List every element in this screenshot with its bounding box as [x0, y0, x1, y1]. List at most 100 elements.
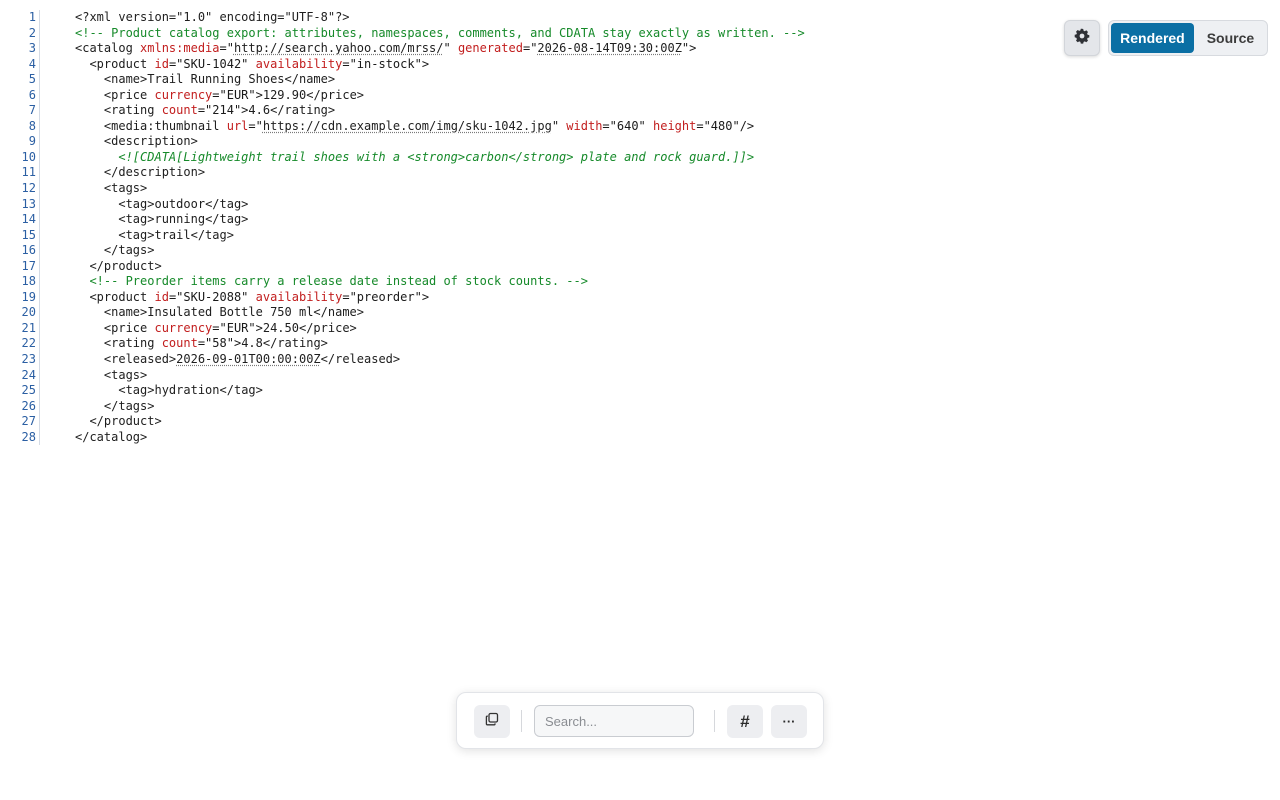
code-token: ="640" — [602, 118, 653, 133]
code-line: 12 <tags> — [0, 181, 1040, 197]
code-token: </rating> — [262, 336, 328, 351]
code-link[interactable]: http://search.yahoo.com/mrss/ — [234, 41, 444, 55]
code-text: </tags> — [75, 398, 155, 415]
view-mode-toggle: Rendered Source — [1108, 20, 1268, 56]
code-token: </tags> — [75, 398, 155, 413]
rendered-tab[interactable]: Rendered — [1111, 23, 1194, 53]
code-text: <media:thumbnail url="https://cdn.exampl… — [75, 119, 754, 135]
code-text: <product id="SKU-1042" availability="in-… — [75, 57, 429, 73]
code-token: Trail Running Shoes — [147, 72, 285, 87]
code-token: trail — [154, 227, 191, 242]
gutter-divider — [36, 227, 75, 244]
copy-button[interactable] — [474, 705, 510, 738]
code-line: 22 <rating count="58">4.8</rating> — [0, 336, 1040, 352]
more-options-button[interactable]: ··· — [771, 705, 807, 738]
code-line: 3 <catalog xmlns:media="http://search.yah… — [0, 41, 1040, 57]
code-text: </tags> — [75, 243, 155, 259]
code-token: ="58"> — [197, 336, 242, 351]
gutter-divider — [36, 56, 75, 73]
code-token: =" — [219, 41, 234, 56]
code-text: <catalog xmlns:media="http://search.yaho… — [75, 41, 696, 57]
code-text: <rating count="214">4.6</rating> — [75, 103, 335, 119]
code-token: availability — [255, 289, 343, 304]
gutter-divider — [36, 181, 75, 197]
code-token: <price — [75, 87, 155, 102]
line-number: 3 — [28, 41, 36, 56]
code-token: </released> — [320, 352, 401, 367]
code-token: <description> — [75, 134, 198, 149]
code-text: <description> — [75, 134, 198, 150]
code-line: 26 </tags> — [0, 398, 1040, 415]
gutter-divider — [36, 258, 75, 275]
code-token: </name> — [313, 305, 364, 320]
gutter-divider — [36, 72, 75, 88]
gutter-divider — [36, 165, 75, 181]
line-number: 4 — [28, 56, 36, 71]
line-number: 19 — [21, 289, 36, 304]
code-token: <name> — [75, 305, 148, 320]
code-token: "> — [681, 41, 697, 56]
code-token: =" — [522, 41, 538, 56]
line-number: 11 — [21, 165, 36, 180]
code-text: <rating count="58">4.8</rating> — [75, 336, 328, 352]
code-token: Insulated Bottle 750 ml — [147, 305, 314, 320]
code-token: <tag> — [75, 227, 155, 242]
code-token: currency — [154, 87, 213, 102]
gutter-divider — [36, 398, 75, 415]
code-token: <![CDATA[Lightweight trail shoes with a … — [75, 149, 755, 164]
code-token: =" — [248, 118, 263, 133]
line-number: 8 — [28, 118, 36, 133]
code-token: 24.50 — [262, 320, 299, 335]
code-text: <tag>outdoor</tag> — [75, 197, 248, 213]
code-token: outdoor — [154, 196, 206, 211]
line-number: 1 — [28, 10, 36, 24]
code-text: <?xml version="1.0" encoding="UTF-8"?> — [75, 10, 350, 26]
line-number: 16 — [21, 243, 36, 258]
gutter-divider — [36, 10, 75, 26]
code-text: <!-- Preorder items carry a release date… — [75, 274, 588, 290]
code-line: 13 <tag>outdoor</tag> — [0, 196, 1040, 213]
code-text: <product id="SKU-2088" availability="pre… — [75, 290, 429, 306]
line-numbers-button[interactable]: # — [727, 705, 763, 738]
code-token: <rating — [75, 103, 162, 118]
ellipsis-icon: ··· — [782, 714, 796, 729]
code-token: ="214"> — [197, 103, 249, 118]
code-text: <tag>running</tag> — [75, 212, 248, 228]
gear-icon — [1074, 28, 1090, 49]
code-token: </catalog> — [75, 429, 148, 444]
code-token: ="480"/> — [696, 118, 755, 133]
code-token: xmlns:media — [140, 41, 220, 56]
code-link[interactable]: 2026-08-14T09:30:00Z — [537, 41, 682, 55]
code-line: 15 <tag>trail</tag> — [0, 227, 1040, 244]
line-number: 13 — [21, 196, 36, 211]
code-token: width — [566, 118, 603, 133]
source-tab[interactable]: Source — [1196, 23, 1265, 53]
code-token: ="EUR"> — [212, 320, 263, 335]
code-token: ="in-stock"> — [342, 56, 430, 71]
code-token: " — [551, 118, 567, 133]
code-link[interactable]: https://cdn.example.com/img/sku-1042.jpg — [263, 119, 552, 133]
line-number: 21 — [21, 320, 36, 335]
code-token: running — [154, 212, 206, 227]
line-number: 23 — [21, 352, 36, 367]
code-text: </product> — [75, 414, 161, 430]
line-number: 17 — [21, 258, 36, 273]
gutter-divider — [36, 196, 75, 213]
code-token: <tag> — [75, 212, 155, 227]
code-text: <tags> — [75, 181, 147, 197]
code-line: 20 <name>Insulated Bottle 750 ml</name> — [0, 305, 1040, 321]
settings-button[interactable] — [1064, 20, 1100, 56]
code-token: <!-- Product catalog export: attributes,… — [75, 25, 805, 40]
code-token: 4.8 — [241, 336, 263, 351]
gutter-divider — [36, 414, 75, 430]
code-link[interactable]: 2026-09-01T00:00:00Z — [176, 352, 321, 366]
xml-code-view[interactable]: 1 <?xml version="1.0" encoding="UTF-8"?> 2… — [0, 10, 1040, 445]
code-line: 14 <tag>running</tag> — [0, 212, 1040, 228]
code-line: 24 <tags> — [0, 367, 1040, 384]
code-line: 1 <?xml version="1.0" encoding="UTF-8"?> — [0, 10, 1040, 26]
code-token: height — [653, 118, 697, 133]
gutter-divider — [36, 289, 75, 306]
line-number: 2 — [28, 25, 36, 40]
search-input[interactable] — [534, 705, 694, 737]
code-token: </tag> — [219, 383, 263, 398]
